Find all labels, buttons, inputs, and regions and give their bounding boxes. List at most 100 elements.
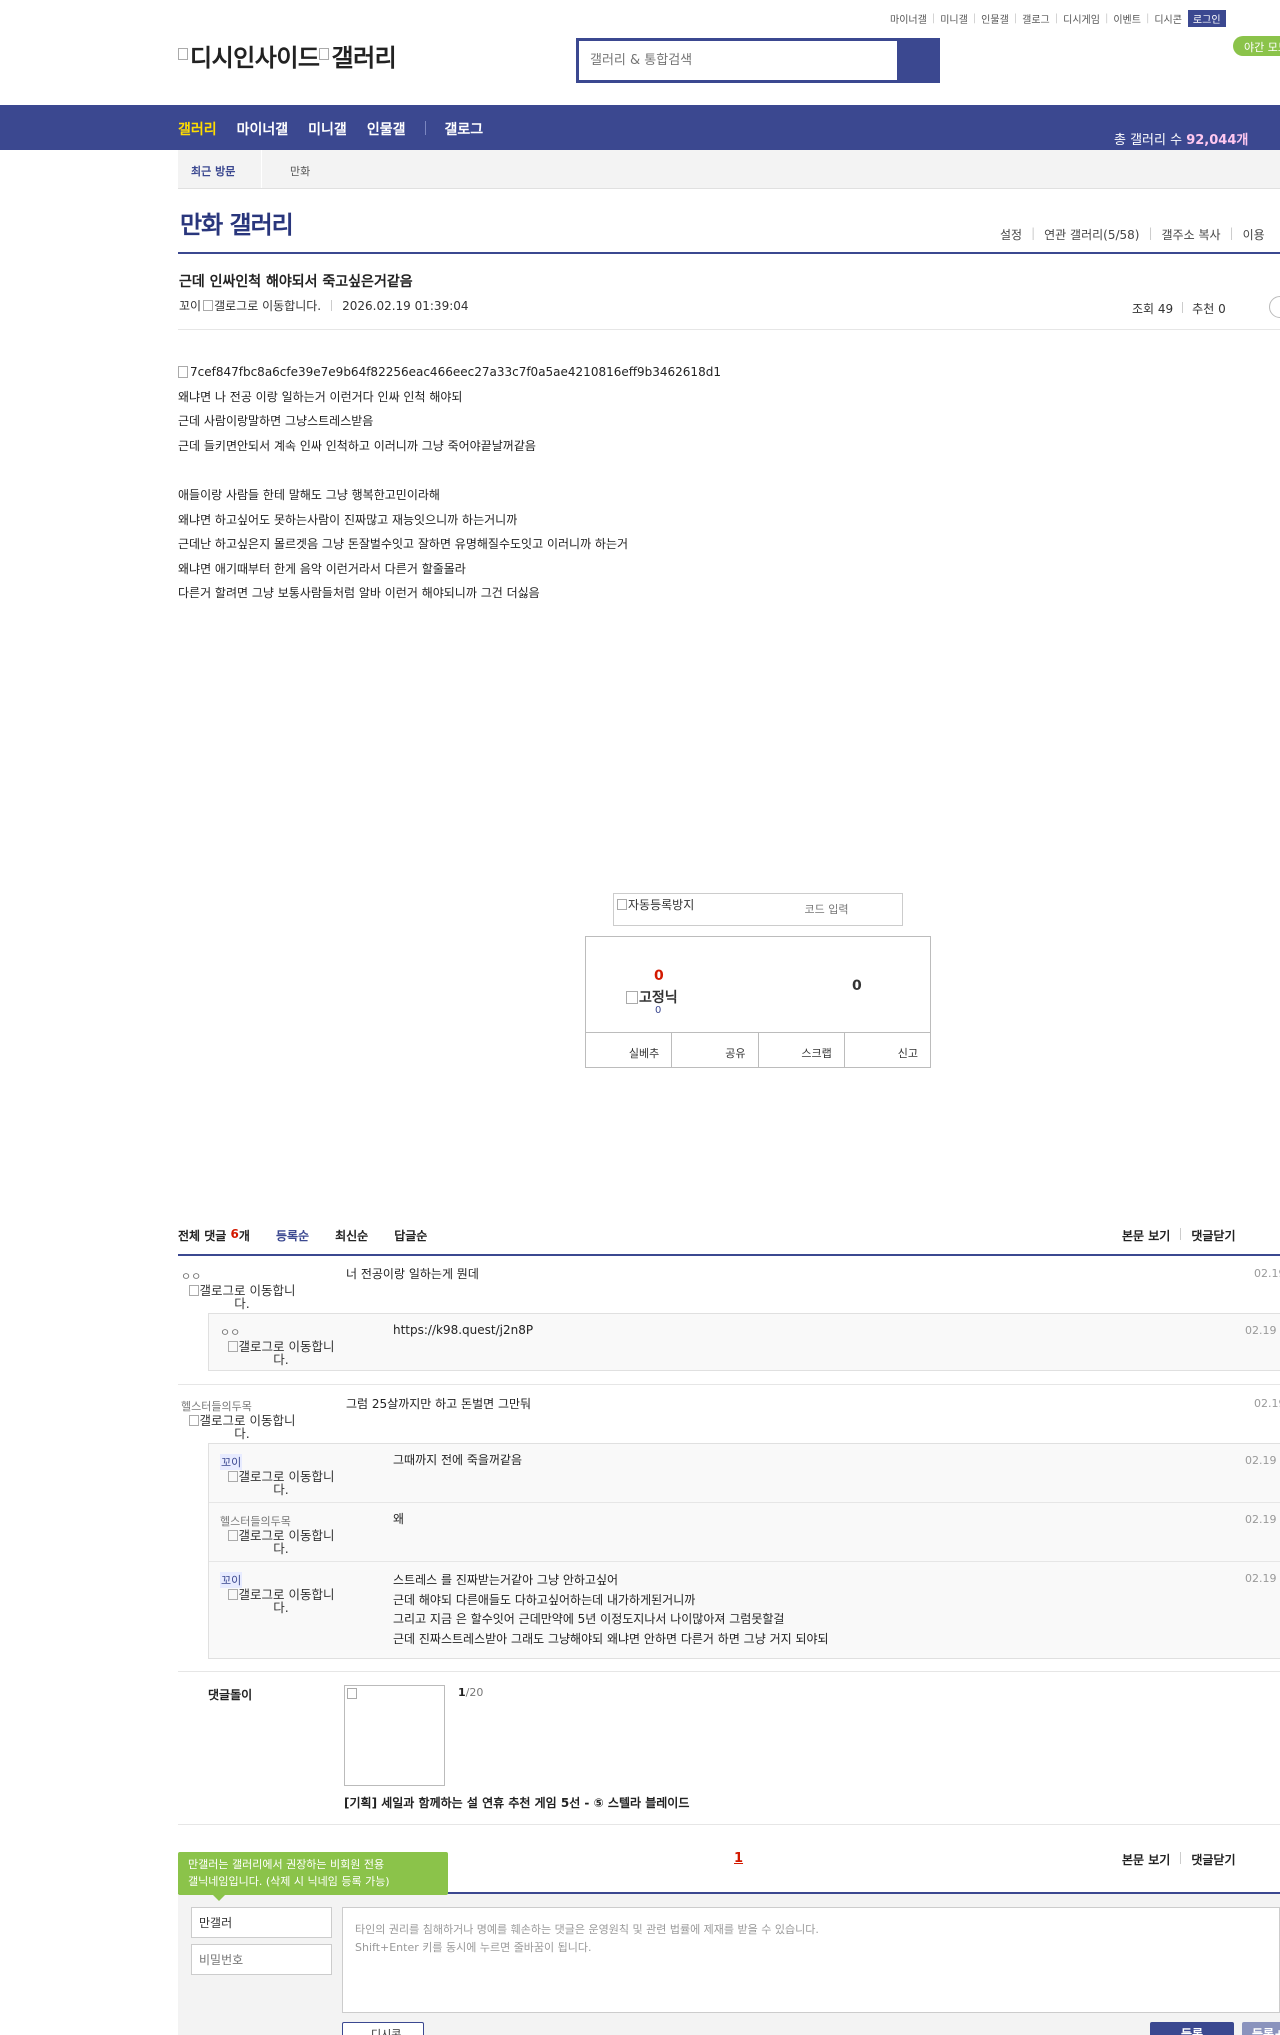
recent-visit-item[interactable]: 만화 [290,163,310,179]
sort-by-registered[interactable]: 등록순 [276,1227,309,1244]
author-gallog-link[interactable]: 갤로그로 이동합니다. [214,297,321,314]
search-input[interactable] [579,41,897,80]
reply-box: ㅇㅇ 갤로그로 이동합니다. https://k98.quest/j2n8P 0… [208,1313,1280,1371]
broken-image-icon [178,366,188,378]
gallery-title[interactable]: 만화 갤러리 [180,205,294,240]
nav-item-mini[interactable]: 미니갤 [308,119,347,139]
comment-bot-image[interactable] [344,1685,445,1786]
nav-item-person[interactable]: 인물갤 [367,119,406,139]
sort-by-replies[interactable]: 답글순 [394,1227,427,1244]
nickname-input[interactable] [191,1907,332,1938]
view-post-button[interactable]: 본문 보기 [1122,1227,1170,1244]
comment-header-actions: 본문 보기 댓글닫기 [1122,1227,1236,1244]
more-options-button[interactable] [1269,296,1280,318]
scrap-button[interactable]: 스크랩 [759,1033,845,1067]
copy-address-link[interactable]: 갤주소 복사 [1162,226,1221,243]
broken-image-icon [227,1589,238,1600]
post-author[interactable]: 꼬이 [179,297,201,314]
comment-nick[interactable]: 헬스터들의두목 [181,1398,303,1414]
comment-writer: 헬스터들의두목 갤로그로 이동합니다. [220,1513,342,1555]
comment-gallog-link[interactable]: 갤로그로 이동합니다. [181,1284,303,1310]
recommend-box: 0 고정닉 0 0 실베추 공유 스크랩 신고 [585,936,931,1068]
comment-bot-page: 1/20 [458,1686,483,1699]
related-gallery-link[interactable]: 연관 갤러리(5/58) [1044,226,1139,243]
submit-button[interactable]: 등록 [1150,2022,1234,2035]
comment-gallog-link[interactable]: 갤로그로 이동합니다. [220,1588,342,1614]
comment-nick[interactable]: 꼬이 [220,1454,243,1470]
site-logo[interactable]: 디시인사이드 갤러리 [178,38,397,73]
captcha-box: 자동등록방지 [613,893,903,926]
broken-image-icon [203,300,214,311]
recent-visit-label[interactable]: 최근 방문 [191,163,235,179]
view-post-button[interactable]: 본문 보기 [1122,1851,1170,1868]
sort-by-latest[interactable]: 최신순 [335,1227,368,1244]
broken-image-icon [347,1688,357,1699]
fixed-nick-alt: 고정닉 [639,990,678,1006]
broken-image-icon [188,1285,199,1296]
comment-writer: ㅇㅇ 갤로그로 이동합니다. [220,1324,342,1366]
total-gallery-count: 총 갤러리 수 92,044개 [1114,129,1248,148]
nav-item-gallery[interactable]: 갤러리 [178,119,217,139]
login-button[interactable]: 로그인 [1187,9,1226,27]
post-line: 왜냐면 하고싶어도 못하는사람이 진짜많고 재능잇으니까 하는거니까 [178,512,518,527]
comment-bot-title[interactable]: [기획] 세일과 함께하는 설 연휴 추천 게임 5선 - ⑤ 스텔라 블레이드 [344,1794,689,1811]
captcha-image-alt: 자동등록방지 [628,898,695,912]
captcha-input[interactable] [754,898,899,921]
main-nav: 갤러리 마이너갤 미니갤 인물갤 갤로그 총 갤러리 수 92,044개 [0,105,1280,150]
post-line: 애들이랑 사람들 한테 말해도 그냥 행복한고민이라해 [178,487,440,502]
total-gallery-label: 총 갤러리 수 [1114,133,1183,148]
post-line: 근데 들키면안되서 계속 인싸 인척하고 이러니까 그냥 죽어야끝날꺼같음 [178,438,536,453]
top-link-game[interactable]: 디시게임 [1063,11,1100,26]
submit-plus-button[interactable]: 등록+ [1242,2022,1280,2035]
post-line: 근데난 하고싶은지 몰르겟음 그냥 돈잘벌수잇고 잘하면 유명해질수도잇고 이러… [178,537,629,552]
comment-gallog-link[interactable]: 갤로그로 이동합니다. [220,1340,342,1366]
comment-gallog-link[interactable]: 갤로그로 이동합니다. [220,1470,342,1496]
top-link-dccon[interactable]: 디시콘 [1154,11,1182,26]
post-date: 2026.02.19 01:39:04 [342,298,469,313]
comment-page-current[interactable]: 1 [734,1851,743,1866]
close-comments-button[interactable]: 댓글닫기 [1191,1227,1235,1244]
post-body: 7cef847fbc8a6cfe39e7e9b64f82256eac466eec… [178,360,721,606]
top-link-mini[interactable]: 미니갤 [940,11,968,26]
post-title: 근데 인싸인척 해야되서 죽고싶은거같음 [179,274,413,290]
comment-divider [178,1824,1280,1825]
search-button[interactable] [897,41,937,80]
close-comments-button[interactable]: 댓글닫기 [1191,1851,1235,1868]
broken-image-icon [626,991,638,1004]
textarea-placeholder-line: 타인의 권리를 침해하거나 명예를 훼손하는 댓글은 운영원칙 및 관련 법률에… [355,1923,819,1936]
fixed-nick-count: 0 [655,1005,662,1016]
dccon-button[interactable]: 디시콘 [342,2022,424,2035]
settings-link[interactable]: 설정 [1000,226,1022,243]
comment-textarea[interactable]: 타인의 권리를 침해하거나 명예를 훼손하는 댓글은 운영원칙 및 관련 법률에… [342,1907,1280,2013]
comment-writer: 헬스터들의두목 갤로그로 이동합니다. [181,1398,303,1440]
top-link-event[interactable]: 이벤트 [1113,11,1141,26]
nav-item-gallog[interactable]: 갤로그 [444,119,483,139]
recent-visit-bar: 최근 방문 만화 [178,150,1280,189]
report-button[interactable]: 신고 [845,1033,930,1067]
recommend-up-count[interactable]: 0 [654,968,664,984]
comment-gallog-link[interactable]: 갤로그로 이동합니다. [181,1414,303,1440]
comment-nick[interactable]: 헬스터들의두목 [220,1513,342,1529]
comment-link-text[interactable]: https://k98.quest/j2n8P [393,1321,533,1341]
comment-gallog-link[interactable]: 갤로그로 이동합니다. [220,1529,342,1555]
broken-image-icon [617,899,627,910]
comment-divider [178,1671,1280,1672]
real-best-button[interactable]: 실베추 [586,1033,673,1067]
comment-nick[interactable]: ㅇㅇ [181,1268,303,1284]
password-input[interactable] [191,1944,332,1975]
broken-image-icon [227,1530,238,1541]
top-link-person[interactable]: 인물갤 [981,11,1009,26]
comment-header: 전체 댓글 6개 등록순 최신순 답글순 [178,1227,427,1244]
share-button[interactable]: 공유 [672,1033,759,1067]
top-link-gallog[interactable]: 갤로그 [1022,11,1050,26]
comment-nick[interactable]: ㅇㅇ [220,1324,342,1340]
search-box [576,38,940,83]
post-recommends: 추천 0 [1192,302,1226,316]
top-link-minor[interactable]: 마이너갤 [890,11,927,26]
captcha-image: 자동등록방지 [617,896,694,913]
night-mode-button[interactable]: 야간 모드 [1233,36,1280,56]
nav-item-minor[interactable]: 마이너갤 [237,119,289,139]
comment-nick[interactable]: 꼬이 [220,1572,243,1588]
usage-link[interactable]: 이용 [1243,226,1265,243]
recommend-down-count[interactable]: 0 [852,978,862,994]
